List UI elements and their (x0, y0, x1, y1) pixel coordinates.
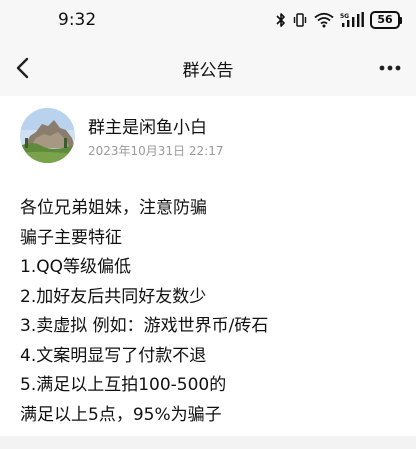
nav-bar: 群公告 (0, 40, 416, 96)
more-dots-icon (379, 65, 401, 71)
notice-line: 2.加好友后共同好友数少 (20, 286, 207, 307)
notice-line: 1.QQ等级偏低 (20, 257, 131, 277)
svg-text:5G: 5G (340, 13, 349, 20)
notice-line: 3.卖虚拟 例如：游戏世界币/砖石 (20, 316, 269, 336)
poster-name[interactable]: 群主是闲鱼小白 (88, 113, 207, 138)
notice-line: 4.文案明显写了付款不退 (20, 345, 207, 366)
wifi-icon (314, 12, 334, 28)
notice-line: 各位兄弟姐妹，注意防骗 (20, 198, 207, 218)
vibrate-icon (292, 12, 308, 28)
5g-signal-icon: 5G (340, 12, 364, 28)
more-button[interactable] (374, 54, 406, 82)
status-bar: 9:32 5G 56 (0, 0, 416, 40)
notice-line: 满足以上5点，95%为骗子 (20, 404, 222, 425)
bluetooth-icon (276, 12, 286, 28)
battery-indicator: 56 (370, 11, 402, 29)
status-time: 9:32 (58, 10, 97, 30)
poster-info: 群主是闲鱼小白 2023年10月31日 22:17 (20, 108, 410, 164)
post-date: 2023年10月31日 22:17 (88, 144, 224, 158)
notice-line: 骗子主要特征 (20, 227, 122, 248)
status-icons: 5G 56 (276, 10, 402, 30)
avatar[interactable] (20, 108, 75, 163)
battery-tip (400, 16, 402, 24)
battery-level: 56 (370, 11, 400, 29)
notice-content: 各位兄弟姐妹，注意防骗 骗子主要特征 1.QQ等级偏低 2.加好友后共同好友数少… (20, 194, 400, 430)
bottom-divider (0, 436, 416, 449)
page-title: 群公告 (182, 61, 234, 81)
notice-line: 5.满足以上互拍100-500的 (20, 375, 227, 395)
